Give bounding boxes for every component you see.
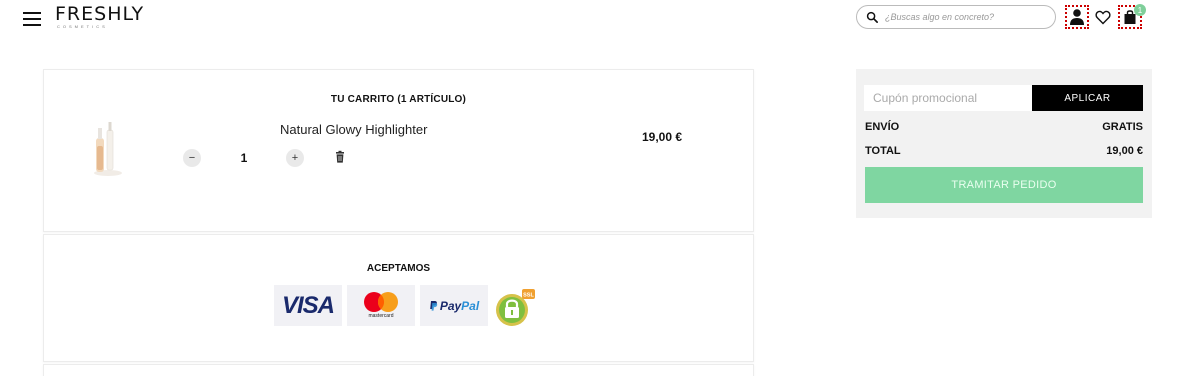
apply-coupon-button[interactable]: APLICAR: [1032, 85, 1143, 111]
increase-quantity-button[interactable]: +: [286, 149, 304, 167]
total-row: TOTAL 19,00 €: [865, 145, 1143, 157]
payment-methods-title: ACEPTAMOS: [366, 263, 431, 274]
payment-methods-panel: ACEPTAMOS VISA mastercard Pay Pal SSL: [43, 234, 754, 362]
product-name[interactable]: Natural Glowy Highlighter: [280, 122, 427, 137]
quantity-value: 1: [240, 151, 248, 165]
mastercard-text: mastercard: [368, 313, 394, 319]
menu-icon[interactable]: [23, 12, 41, 26]
shipping-row: ENVÍO GRATIS: [865, 121, 1143, 133]
cart-panel: TU CARRITO (1 ARTÍCULO) Natural Glowy Hi…: [43, 69, 754, 232]
paypal-text-pay: Pay: [439, 298, 462, 313]
total-label: TOTAL: [865, 145, 901, 157]
paypal-logo: Pay Pal: [420, 285, 488, 326]
cart-title: TU CARRITO (1 ARTÍCULO): [330, 94, 467, 105]
total-value: 19,00 €: [1106, 145, 1143, 157]
ssl-lock-icon: SSL: [496, 289, 535, 326]
coupon-input[interactable]: [864, 85, 1032, 111]
visa-logo-text: VISA: [281, 291, 335, 319]
heart-icon: [1095, 10, 1111, 24]
checkout-button[interactable]: TRAMITAR PEDIDO: [865, 167, 1143, 203]
order-summary: APLICAR ENVÍO GRATIS TOTAL 19,00 € TRAMI…: [856, 69, 1152, 218]
paypal-text-pal: Pal: [461, 298, 480, 313]
cart-count-badge: 1: [1134, 4, 1146, 16]
decrease-quantity-button[interactable]: −: [183, 149, 201, 167]
account-button[interactable]: [1065, 5, 1089, 29]
mastercard-logo: mastercard: [347, 285, 415, 326]
shipping-value: GRATIS: [1102, 121, 1143, 133]
site-header: FRESHLY COSMETICS 1: [0, 0, 1200, 36]
wishlist-button[interactable]: [1091, 5, 1115, 29]
ssl-label: SSL: [523, 292, 534, 298]
next-section-panel: [43, 364, 754, 376]
visa-logo: VISA: [274, 285, 342, 326]
shipping-label: ENVÍO: [865, 121, 900, 133]
product-price: 19,00 €: [642, 130, 683, 144]
product-image[interactable]: [84, 118, 132, 178]
search-input[interactable]: [885, 12, 1055, 22]
trash-icon[interactable]: [333, 150, 347, 164]
search-icon[interactable]: [866, 11, 879, 24]
logo-text: FRESHLY: [55, 3, 145, 25]
user-icon: [1070, 9, 1084, 25]
logo[interactable]: FRESHLY COSMETICS: [55, 3, 145, 30]
paypal-icon: [430, 300, 438, 311]
search-bar[interactable]: [856, 5, 1056, 29]
